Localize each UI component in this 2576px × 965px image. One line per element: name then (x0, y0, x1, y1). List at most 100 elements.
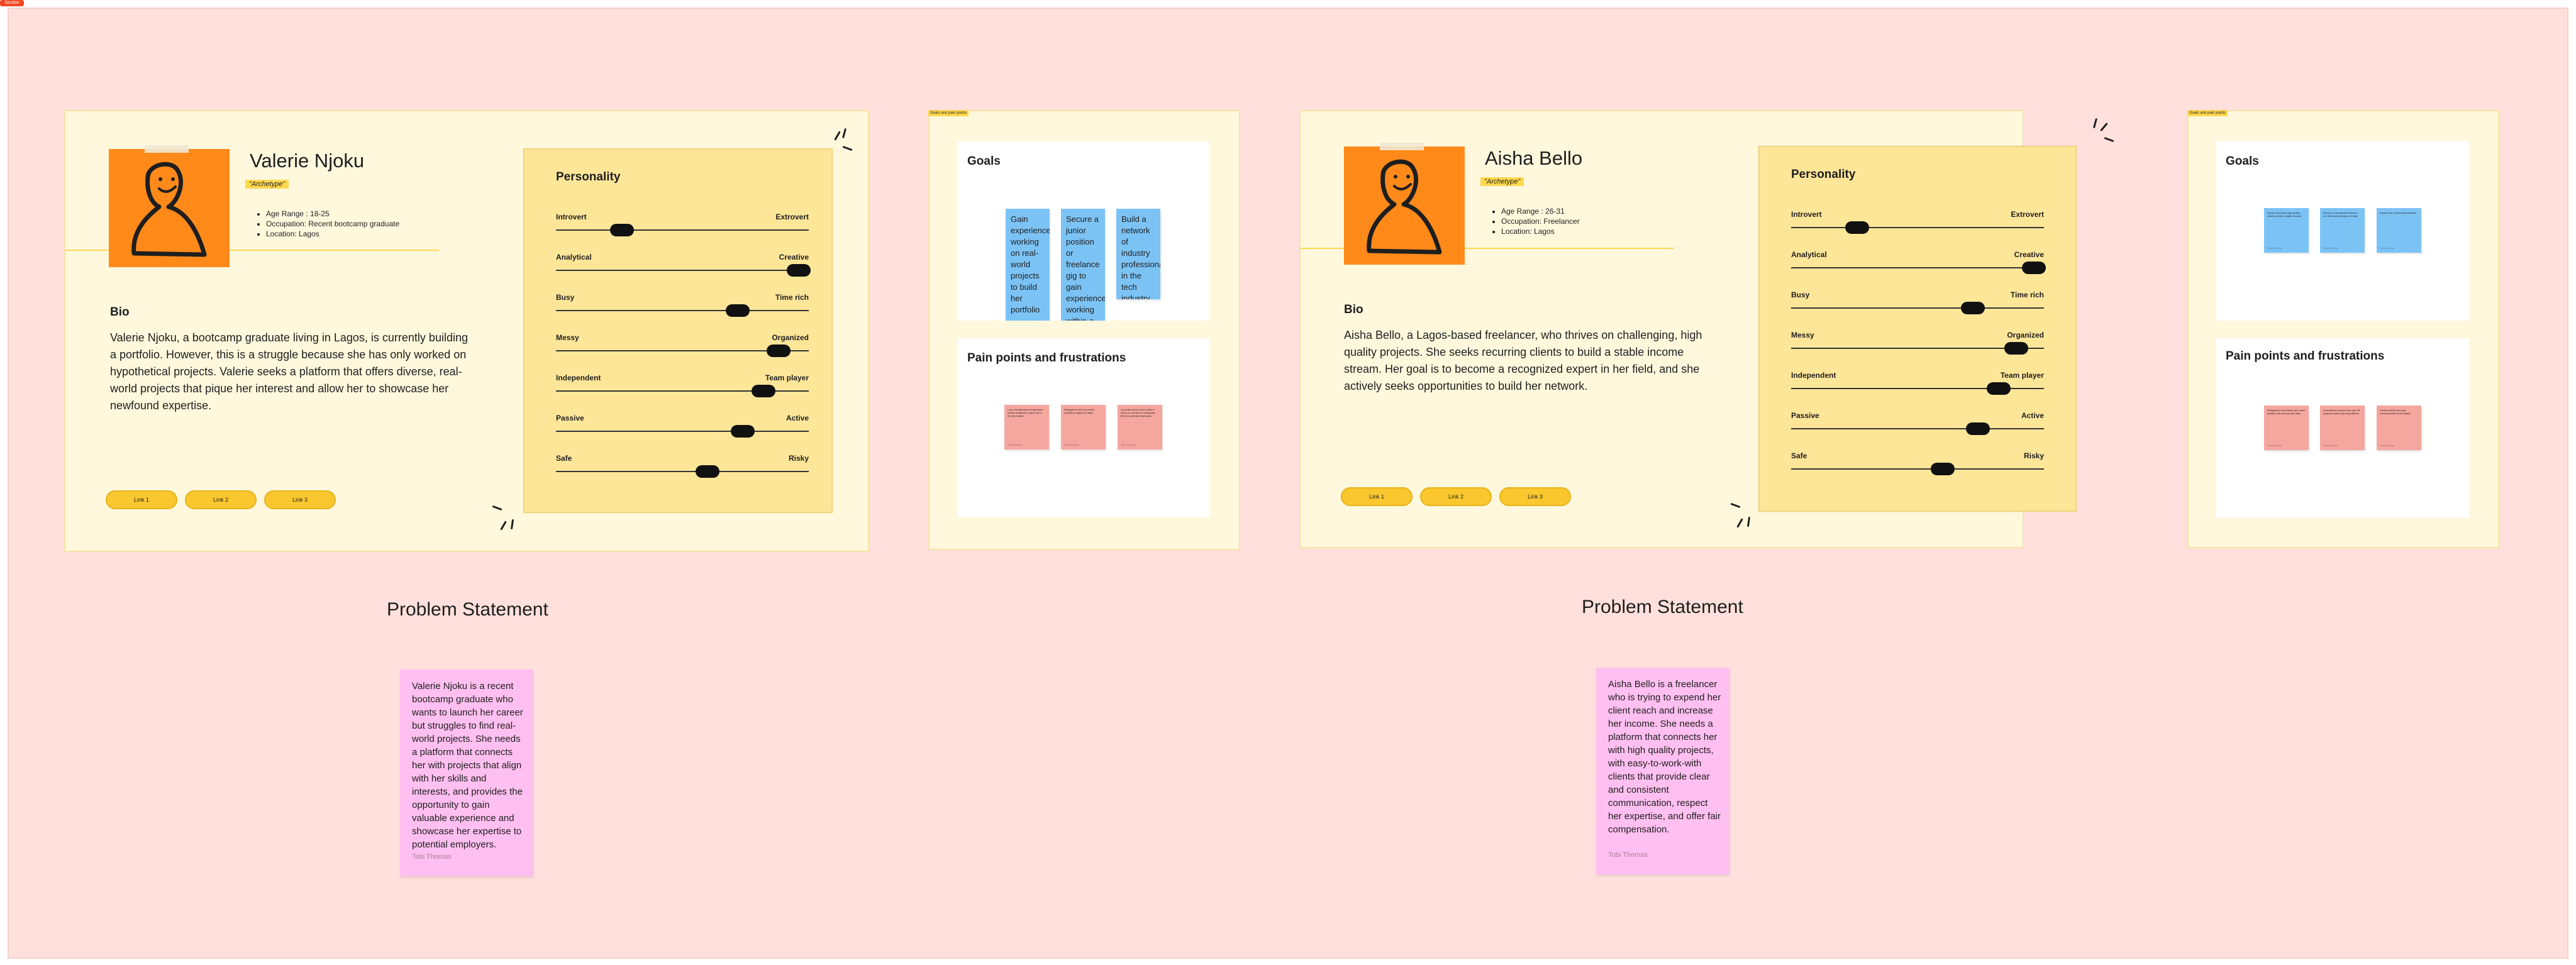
trait-left-label: Busy (556, 293, 575, 302)
sticky-author: Tobi Thomas (1608, 851, 1648, 859)
trait-slider-track[interactable] (1791, 267, 2044, 268)
link-2-button[interactable]: Link 2 (185, 490, 257, 509)
trait-slider-track[interactable] (556, 431, 809, 432)
trait-right-label: Risky (788, 454, 809, 463)
goal-sticky[interactable]: Become a recognized expert in her field … (2320, 208, 2365, 253)
persona-photo[interactable] (109, 149, 230, 267)
fact-occupation: Occupation: Recent bootcamp graduate (266, 219, 437, 229)
frame-label[interactable]: Goals and pain points (928, 110, 969, 116)
trait-slider-track[interactable] (556, 310, 809, 311)
trait-left-label: Introvert (1791, 210, 1822, 219)
trait-left-label: Independent (1791, 371, 1836, 380)
trait-slider-knob[interactable] (2004, 342, 2028, 355)
fact-occupation: Occupation: Freelancer (1501, 216, 1672, 226)
goal-sticky[interactable]: Gain experience working on real-world pr… (1006, 209, 1050, 321)
trait-right-label: Team player (765, 373, 809, 382)
trait-slider-knob[interactable] (2021, 262, 2046, 274)
trait-right-label: Time rich (775, 293, 809, 302)
bio-heading: Bio (110, 306, 130, 319)
goals-card[interactable]: Goals Secure recurring, high-quality cli… (2216, 141, 2469, 321)
goal-sticky[interactable]: Secure recurring, high-quality clients t… (2264, 208, 2309, 253)
persona-name[interactable]: Valerie Njoku (250, 150, 364, 172)
link-3-button[interactable]: Link 3 (1499, 487, 1571, 506)
goal-sticky[interactable]: Secure a junior position or freelance gi… (1061, 209, 1105, 321)
trait-slider-knob[interactable] (1986, 382, 2011, 395)
goal-sticky[interactable]: Build a network of industry professional… (1116, 209, 1160, 299)
trait-right-label: Creative (2014, 250, 2044, 259)
link-2-button[interactable]: Link 2 (1420, 487, 1492, 506)
personality-card[interactable]: Personality Introvert Extrovert Analytical… (1758, 146, 2077, 512)
problem-statement-heading[interactable]: Problem Statement (1582, 597, 1743, 618)
trait-left-label: Safe (556, 454, 572, 463)
bio-heading: Bio (1344, 303, 1363, 316)
problem-statement-sticky[interactable]: Aisha Bello is a freelancer who is tryin… (1596, 668, 1729, 874)
pain-sticky[interactable]: Unclear briefs and poor communication fr… (2377, 405, 2421, 450)
pain-sticky[interactable]: Inconsistent income from one-off project… (2320, 405, 2365, 450)
pain-points-card[interactable]: Pain points and frustrations Struggles t… (2216, 338, 2469, 518)
link-1-button[interactable]: Link 1 (106, 490, 177, 509)
persona-name[interactable]: Aisha Bello (1485, 147, 1582, 170)
trait-slider-knob[interactable] (609, 224, 634, 236)
trait-right-label: Organized (2007, 331, 2044, 339)
trait-left-label: Analytical (556, 253, 592, 262)
problem-statement-text: Aisha Bello is a freelancer who is tryin… (1608, 679, 1721, 835)
pain-sticky[interactable]: Uncertain about which skills to focus on… (1118, 405, 1162, 449)
link-3-button[interactable]: Link 3 (264, 490, 336, 509)
personality-title: Personality (556, 170, 621, 184)
trait-right-label: Team player (2000, 371, 2044, 380)
trait-right-label: Risky (2023, 451, 2044, 460)
trait-slider-track[interactable] (556, 229, 809, 231)
pain-points-heading: Pain points and frustrations (967, 351, 1126, 365)
personality-title: Personality (1791, 168, 1856, 181)
trait-slider-knob[interactable] (751, 385, 775, 397)
trait-left-label: Introvert (556, 212, 587, 221)
bio-text[interactable]: Valerie Njoku, a bootcamp graduate livin… (110, 329, 469, 414)
trait-slider-track[interactable] (1791, 307, 2044, 309)
fact-age: Age Range : 26-31 (1501, 206, 1672, 216)
fact-location: Location: Lagos (1501, 226, 1672, 236)
trait-slider-track[interactable] (1791, 428, 2044, 429)
pain-sticky[interactable]: Lack of professional experience makes it… (1004, 405, 1049, 449)
frame-label[interactable]: Goals and pain points (2187, 110, 2228, 116)
trait-slider-knob[interactable] (1961, 302, 1985, 314)
trait-slider-knob[interactable] (766, 345, 791, 357)
fact-location: Location: Lagos (266, 229, 437, 239)
archetype-tag[interactable]: "Archetype" (245, 180, 289, 189)
trait-slider-knob[interactable] (696, 465, 720, 478)
trait-slider-track[interactable] (556, 471, 809, 472)
trait-slider-knob[interactable] (731, 425, 755, 438)
trait-left-label: Busy (1791, 290, 1810, 299)
trait-left-label: Independent (556, 373, 601, 382)
trait-left-label: Passive (1791, 411, 1819, 420)
persona-photo[interactable] (1344, 146, 1465, 265)
goals-card[interactable]: Goals Gain experience working on real-wo… (958, 141, 1209, 321)
pain-points-card[interactable]: Pain points and frustrations Lack of pro… (958, 338, 1209, 517)
goal-sticky[interactable]: Expand her professional network Tobi Tho… (2377, 208, 2421, 253)
trait-slider-knob[interactable] (1845, 221, 1869, 234)
tape (145, 145, 189, 153)
trait-slider-track[interactable] (1791, 227, 2044, 228)
archetype-tag[interactable]: "Archetype" (1480, 177, 1524, 186)
trait-slider-knob[interactable] (1966, 422, 1990, 435)
link-1-button[interactable]: Link 1 (1341, 487, 1413, 506)
trait-slider-track[interactable] (556, 270, 809, 271)
trait-slider-track[interactable] (1791, 468, 2044, 470)
problem-statement-sticky[interactable]: Valerie Njoku is a recent bootcamp gradu… (400, 670, 533, 876)
sticky-author: Tobi Thomas (412, 853, 452, 861)
trait-right-label: Active (2021, 411, 2044, 420)
trait-slider-knob[interactable] (1931, 463, 1955, 475)
trait-slider-knob[interactable] (786, 264, 811, 277)
section-label[interactable]: Section (0, 0, 24, 6)
trait-right-label: Time rich (2010, 290, 2044, 299)
tape (1380, 143, 1424, 150)
trait-slider-knob[interactable] (726, 304, 750, 317)
pain-sticky[interactable]: Struggles to find clients who value qual… (2264, 405, 2309, 450)
trait-left-label: Safe (1791, 451, 1807, 460)
pain-sticky[interactable]: Struggles to find real-world projects to… (1061, 405, 1106, 449)
trait-left-label: Messy (556, 333, 579, 342)
trait-right-label: Extrovert (2011, 210, 2044, 219)
problem-statement-heading[interactable]: Problem Statement (387, 599, 548, 620)
personality-card[interactable]: Personality Introvert Extrovert Analytical… (523, 148, 833, 513)
person-sketch-icon (131, 162, 207, 257)
bio-text[interactable]: Aisha Bello, a Lagos-based freelancer, w… (1344, 327, 1707, 395)
